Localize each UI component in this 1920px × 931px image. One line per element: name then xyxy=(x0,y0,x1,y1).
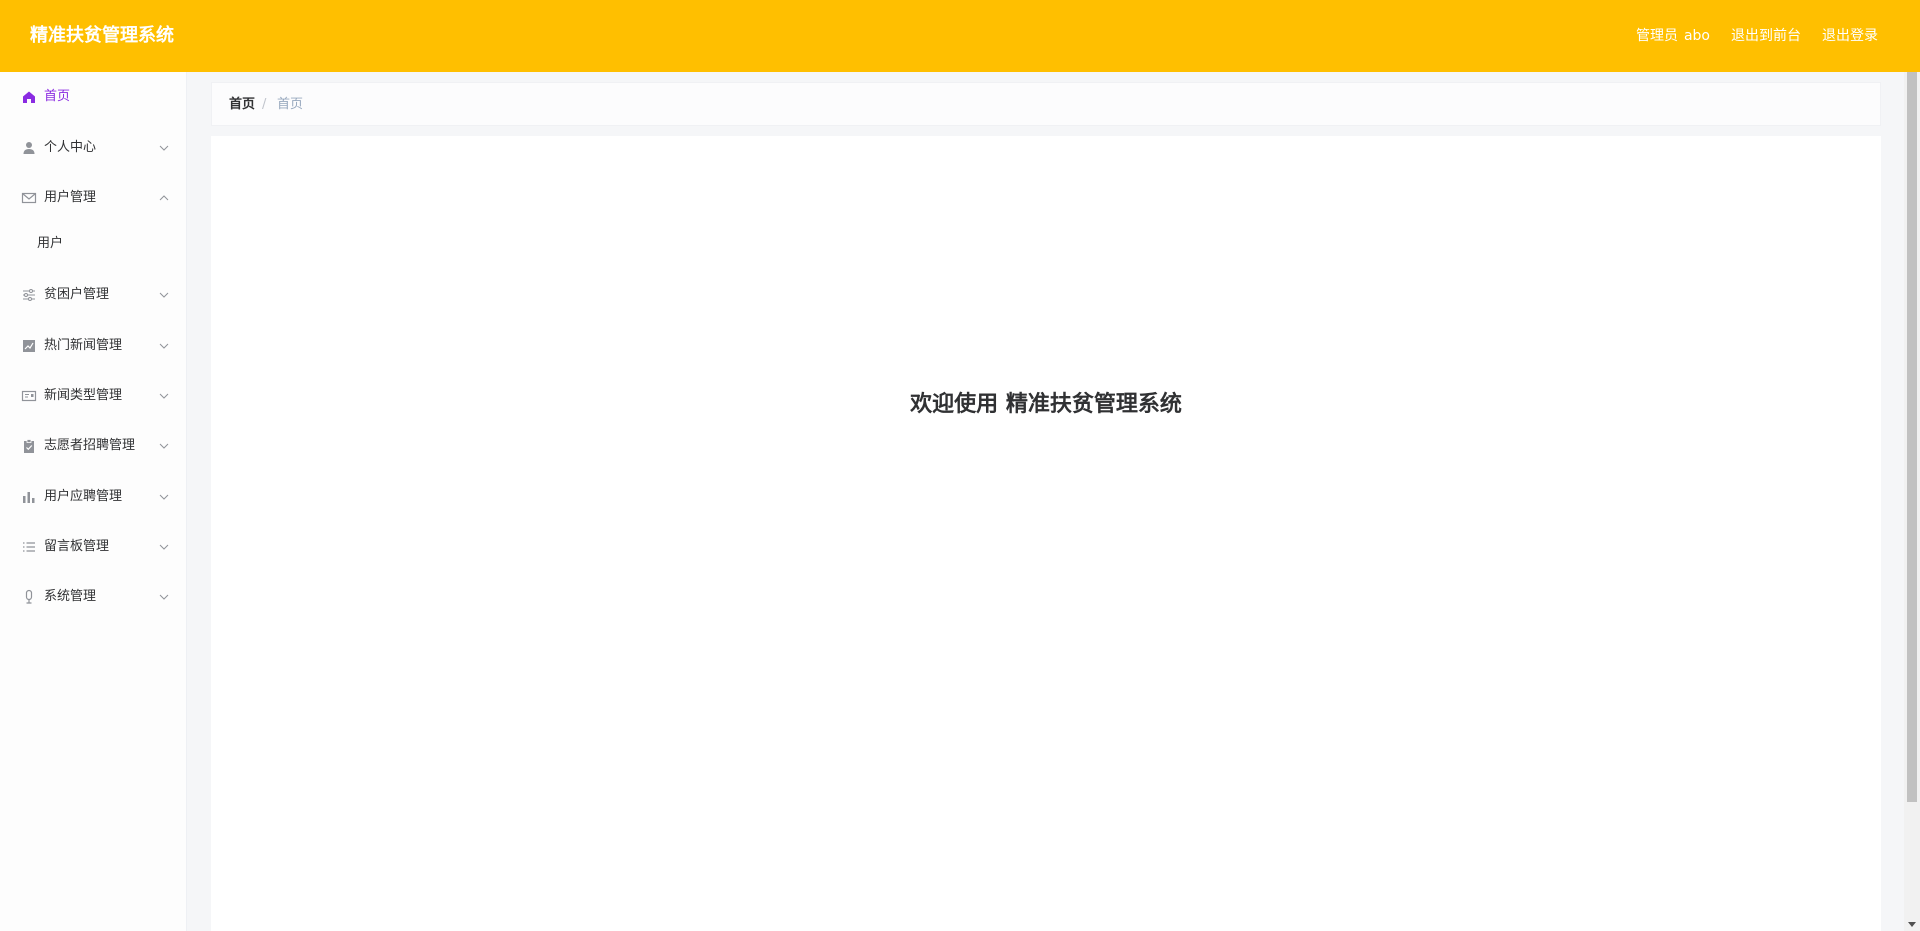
sidebar-item-news-type-management[interactable]: 新闻类型管理 xyxy=(0,374,187,418)
sidebar-item-label: 留言板管理 xyxy=(44,539,110,554)
sidebar-item-hot-news-management[interactable]: 热门新闻管理 xyxy=(0,324,187,368)
sidebar-item-user-application-management[interactable]: 用户应聘管理 xyxy=(0,475,187,519)
sidebar-item-label: 系统管理 xyxy=(44,589,97,604)
sidebar-item-volunteer-recruitment-management[interactable]: 志愿者招聘管理 xyxy=(0,424,187,468)
chevron-down-icon xyxy=(159,594,169,600)
breadcrumb: 首页 / 首页 xyxy=(211,82,1881,126)
main-content: 欢迎使用 精准扶贫管理系统 xyxy=(211,136,1881,931)
username: abo xyxy=(1683,28,1710,44)
sidebar-item-home[interactable]: 首页 xyxy=(0,75,187,119)
app-title: 精准扶贫管理系统 xyxy=(30,25,174,46)
sidebar-item-label: 首页 xyxy=(44,89,71,104)
sidebar-item-user-management[interactable]: 用户管理 xyxy=(0,176,187,220)
sidebar-item-label: 用户管理 xyxy=(44,190,97,205)
chevron-down-icon xyxy=(159,292,169,298)
page-scrollbar[interactable] xyxy=(1904,72,1920,931)
scroll-down-arrow-icon[interactable] xyxy=(1908,922,1916,927)
user-icon xyxy=(23,142,35,154)
logout-link[interactable]: 退出登录 xyxy=(1822,26,1878,46)
sidebar-item-label: 新闻类型管理 xyxy=(44,388,123,403)
sidebar-item-label: 用户应聘管理 xyxy=(44,489,123,504)
chevron-down-icon xyxy=(159,443,169,449)
sidebar: 首页 个人中心 用户管理 用户 贫困户管理 热门新闻管理 新闻类型管理 志愿者招… xyxy=(0,72,187,931)
sidebar-item-label: 贫困户管理 xyxy=(44,287,110,302)
home-icon xyxy=(23,91,35,103)
sidebar-subitem-label: 用户 xyxy=(37,236,64,251)
sidebar-item-message-board-management[interactable]: 留言板管理 xyxy=(0,525,187,569)
breadcrumb-separator: / xyxy=(262,97,267,112)
header-actions: 管理员 abo 退出到前台 退出登录 xyxy=(1636,26,1878,46)
chevron-down-icon xyxy=(159,145,169,151)
clipboard-icon xyxy=(24,439,34,453)
scrollbar-thumb[interactable] xyxy=(1907,72,1917,802)
sidebar-item-label: 志愿者招聘管理 xyxy=(44,438,136,453)
chevron-down-icon xyxy=(159,494,169,500)
chevron-down-icon xyxy=(159,343,169,349)
sidebar-item-label: 个人中心 xyxy=(44,140,97,155)
sliders-icon xyxy=(23,289,35,301)
postcard-icon xyxy=(21,390,37,402)
chevron-down-icon xyxy=(159,544,169,550)
top-header: 精准扶贫管理系统 管理员 abo 退出到前台 退出登录 xyxy=(0,0,1920,72)
exit-to-frontend-link[interactable]: 退出到前台 xyxy=(1731,26,1801,46)
sidebar-item-poor-household-management[interactable]: 贫困户管理 xyxy=(0,273,187,317)
bar-chart-icon xyxy=(23,492,35,503)
chevron-up-icon xyxy=(159,195,169,201)
admin-user-info: 管理员 abo xyxy=(1636,26,1710,46)
chevron-down-icon xyxy=(159,393,169,399)
list-icon xyxy=(23,542,35,552)
breadcrumb-current: 首页 xyxy=(277,97,304,112)
sidebar-item-personal-center[interactable]: 个人中心 xyxy=(0,126,187,170)
breadcrumb-home[interactable]: 首页 xyxy=(229,96,255,114)
microphone-icon xyxy=(25,589,33,604)
sidebar-item-system-management[interactable]: 系统管理 xyxy=(0,575,187,619)
chart-icon xyxy=(23,340,35,352)
sidebar-subitem-users[interactable]: 用户 xyxy=(0,224,187,264)
welcome-message: 欢迎使用 精准扶贫管理系统 xyxy=(910,392,1182,417)
mail-icon xyxy=(21,192,37,204)
role-label: 管理员 xyxy=(1635,28,1678,44)
sidebar-item-label: 热门新闻管理 xyxy=(44,338,123,353)
